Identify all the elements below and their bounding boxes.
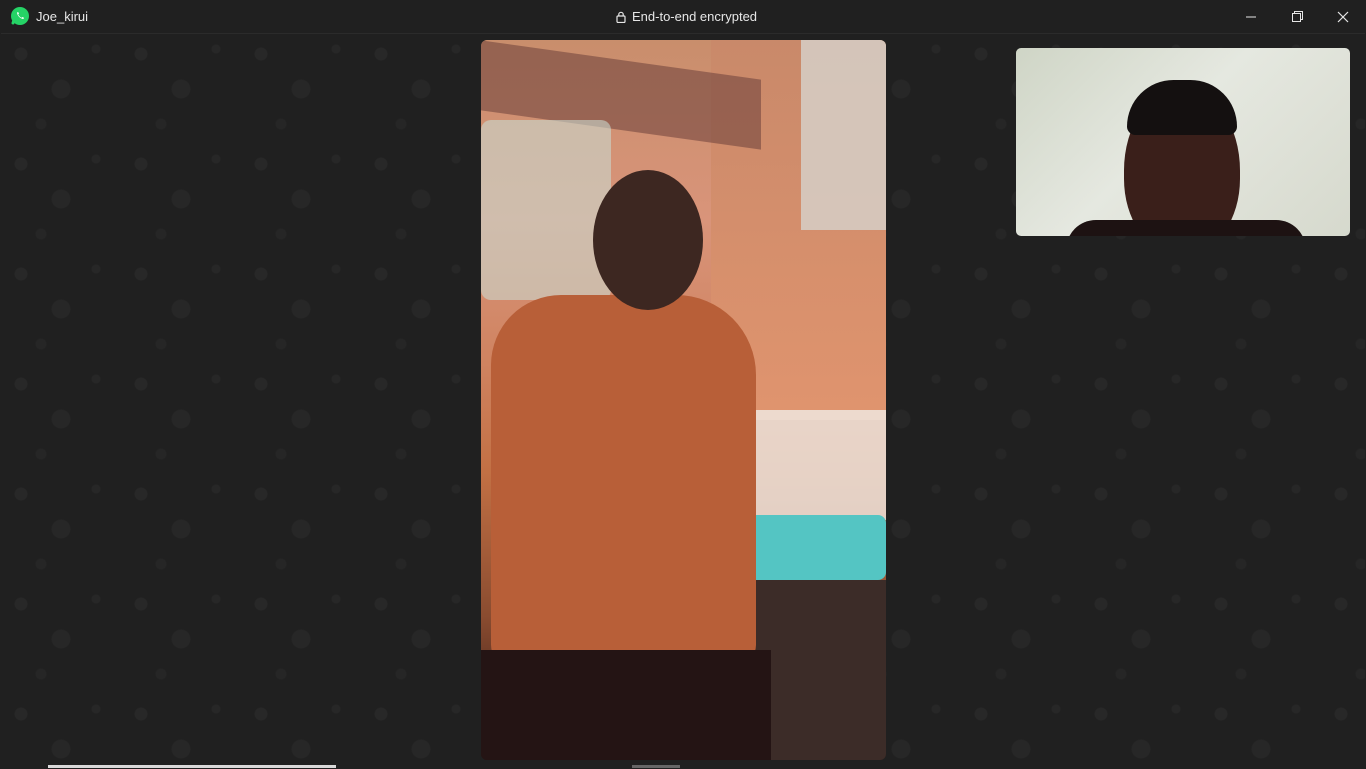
video-shelf [801, 40, 886, 230]
encryption-status: End-to-end encrypted [616, 9, 757, 24]
minimize-icon [1246, 16, 1256, 17]
whatsapp-call-window: Joe_kirui End-to-end encrypted [0, 0, 1366, 769]
remote-person-head [593, 170, 703, 310]
contact-name: Joe_kirui [36, 9, 89, 24]
encryption-label: End-to-end encrypted [632, 9, 758, 24]
self-person-hair [1127, 80, 1237, 135]
self-person-shoulders [1066, 220, 1306, 236]
remote-person-skirt [481, 650, 771, 760]
remote-person-body [491, 295, 756, 665]
close-button[interactable] [1320, 0, 1366, 33]
title-bar[interactable]: Joe_kirui End-to-end encrypted [0, 0, 1366, 33]
self-video-preview[interactable] [1016, 48, 1350, 236]
whatsapp-icon [11, 7, 29, 25]
video-basin [736, 515, 886, 580]
restore-button[interactable] [1274, 0, 1320, 33]
restore-icon [1291, 11, 1303, 22]
lock-icon [616, 11, 626, 23]
close-icon [1337, 11, 1349, 22]
video-cloth [481, 120, 611, 300]
remote-video-feed[interactable] [481, 40, 886, 760]
minimize-button[interactable] [1228, 0, 1274, 33]
